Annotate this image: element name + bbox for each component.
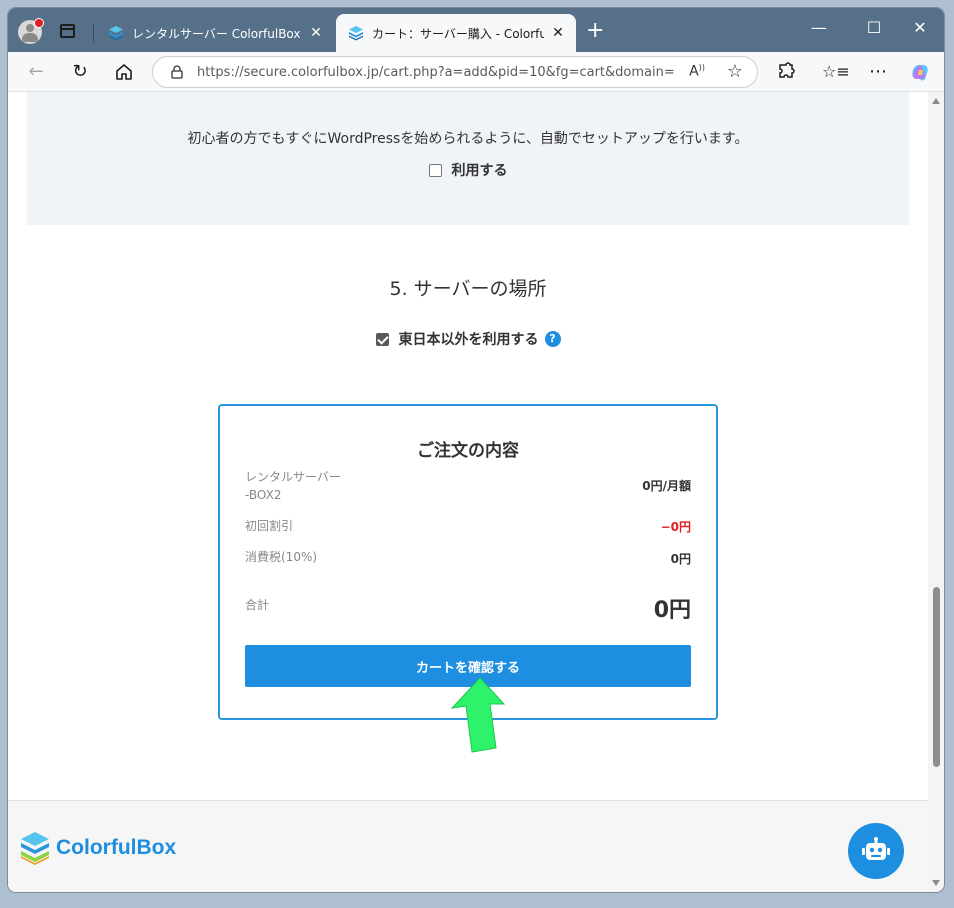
order-summary-title: ご注文の内容 [417,441,519,461]
server-location-title: 5. サーバーの場所 [389,278,547,300]
favorite-star-icon[interactable]: ☆ [727,61,743,82]
colorfulbox-logo-icon [21,832,49,865]
colorfulbox-favicon-icon [349,26,363,41]
tab-cart[interactable]: カート：サーバー購入 - ColorfulBox ✕ [336,14,576,52]
lock-icon [171,65,183,79]
copilot-icon[interactable] [908,60,932,84]
discount-label: 初回割引 [245,519,294,533]
total-row: 合計 0円 [245,592,691,623]
tab-title: カート：サーバー購入 - ColorfulBox [372,26,544,41]
address-bar[interactable]: https://secure.colorfulbox.jp/cart.php?a… [152,56,758,88]
new-tab-button[interactable]: + [586,20,604,42]
more-menu-icon[interactable]: ⋯ [866,60,890,84]
wordpress-setup-checkbox-label: 利用する [451,163,508,179]
tab-actions-icon[interactable] [60,24,75,38]
total-value: 0円 [653,598,691,623]
help-question-icon[interactable]: ? [544,331,561,347]
tab-close-icon[interactable]: ✕ [308,25,324,41]
minimize-button[interactable]: — [804,18,834,37]
wordpress-setup-description: 初心者の方でもすぐにWordPressを始められるように、自動でセットアップを行… [187,131,749,147]
favorites-icon[interactable]: ☆≡ [822,60,850,84]
page-content: 初心者の方でもすぐにWordPressを始められるように、自動でセットアップを行… [8,92,928,892]
tab-colorfulbox-home[interactable]: レンタルサーバー ColorfulBox（カラフルボックス） ✕ [96,14,334,52]
order-item-label-line2: -BOX2 [245,488,282,502]
maximize-button[interactable]: ☐ [859,18,889,37]
home-icon[interactable] [112,60,136,84]
order-summary-card: ご注文の内容 レンタルサーバー -BOX2 0円/月額 初回割引 −0円 消費税… [218,404,718,720]
browser-toolbar: ← ↻ https://secure.colorfulbox.jp/cart.p… [8,52,944,92]
outside-east-japan-checkbox[interactable] [375,332,389,346]
wordpress-setup-checkbox[interactable] [428,163,442,177]
colorfulbox-logo-text: ColorfulBox [56,836,177,859]
tab-separator [93,24,94,42]
robot-icon [862,837,890,860]
wordpress-setup-option[interactable]: 利用する [27,160,909,180]
browser-window: レンタルサーバー ColorfulBox（カラフルボックス） ✕ カート：サーバ… [8,8,944,892]
scroll-down-arrow-icon[interactable] [932,880,940,886]
discount-row: 初回割引 −0円 [245,517,691,537]
tax-row: 消費税(10%) 0円 [245,548,691,568]
refresh-icon[interactable]: ↻ [68,60,92,84]
scroll-up-arrow-icon[interactable] [932,98,940,104]
window-close-button[interactable]: ✕ [905,18,935,37]
server-location-option[interactable]: 東日本以外を利用する ? [8,329,928,349]
page-footer: ColorfulBox [8,800,928,892]
pointing-arrow-icon [450,677,506,753]
wordpress-setup-panel: 初心者の方でもすぐにWordPressを始められるように、自動でセットアップを行… [27,92,909,225]
outside-east-japan-label: 東日本以外を利用する [398,332,539,348]
url-text: https://secure.colorfulbox.jp/cart.php?a… [197,64,675,80]
extensions-icon[interactable] [774,60,798,84]
total-label: 合計 [245,598,270,612]
scrollbar-thumb[interactable] [933,587,940,767]
colorfulbox-favicon-icon [109,26,123,41]
tab-title: レンタルサーバー ColorfulBox（カラフルボックス） [132,26,302,41]
read-aloud-icon[interactable]: A)) [689,63,705,80]
tax-label: 消費税(10%) [245,550,318,564]
order-item-value: 0円/月額 [642,479,691,493]
tax-value: 0円 [670,552,691,566]
discount-value: −0円 [660,520,691,534]
colorfulbox-logo[interactable]: ColorfulBox [20,831,176,865]
tab-close-icon[interactable]: ✕ [550,25,566,41]
page-scrollbar[interactable] [928,92,944,892]
back-arrow-icon[interactable]: ← [24,60,48,84]
profile-avatar-icon[interactable] [18,18,44,44]
order-item-label-line1: レンタルサーバー [245,470,341,484]
order-item-row: レンタルサーバー -BOX2 0円/月額 [245,468,691,504]
chat-bot-button[interactable] [848,823,904,879]
tab-bar: レンタルサーバー ColorfulBox（カラフルボックス） ✕ カート：サーバ… [8,8,944,52]
